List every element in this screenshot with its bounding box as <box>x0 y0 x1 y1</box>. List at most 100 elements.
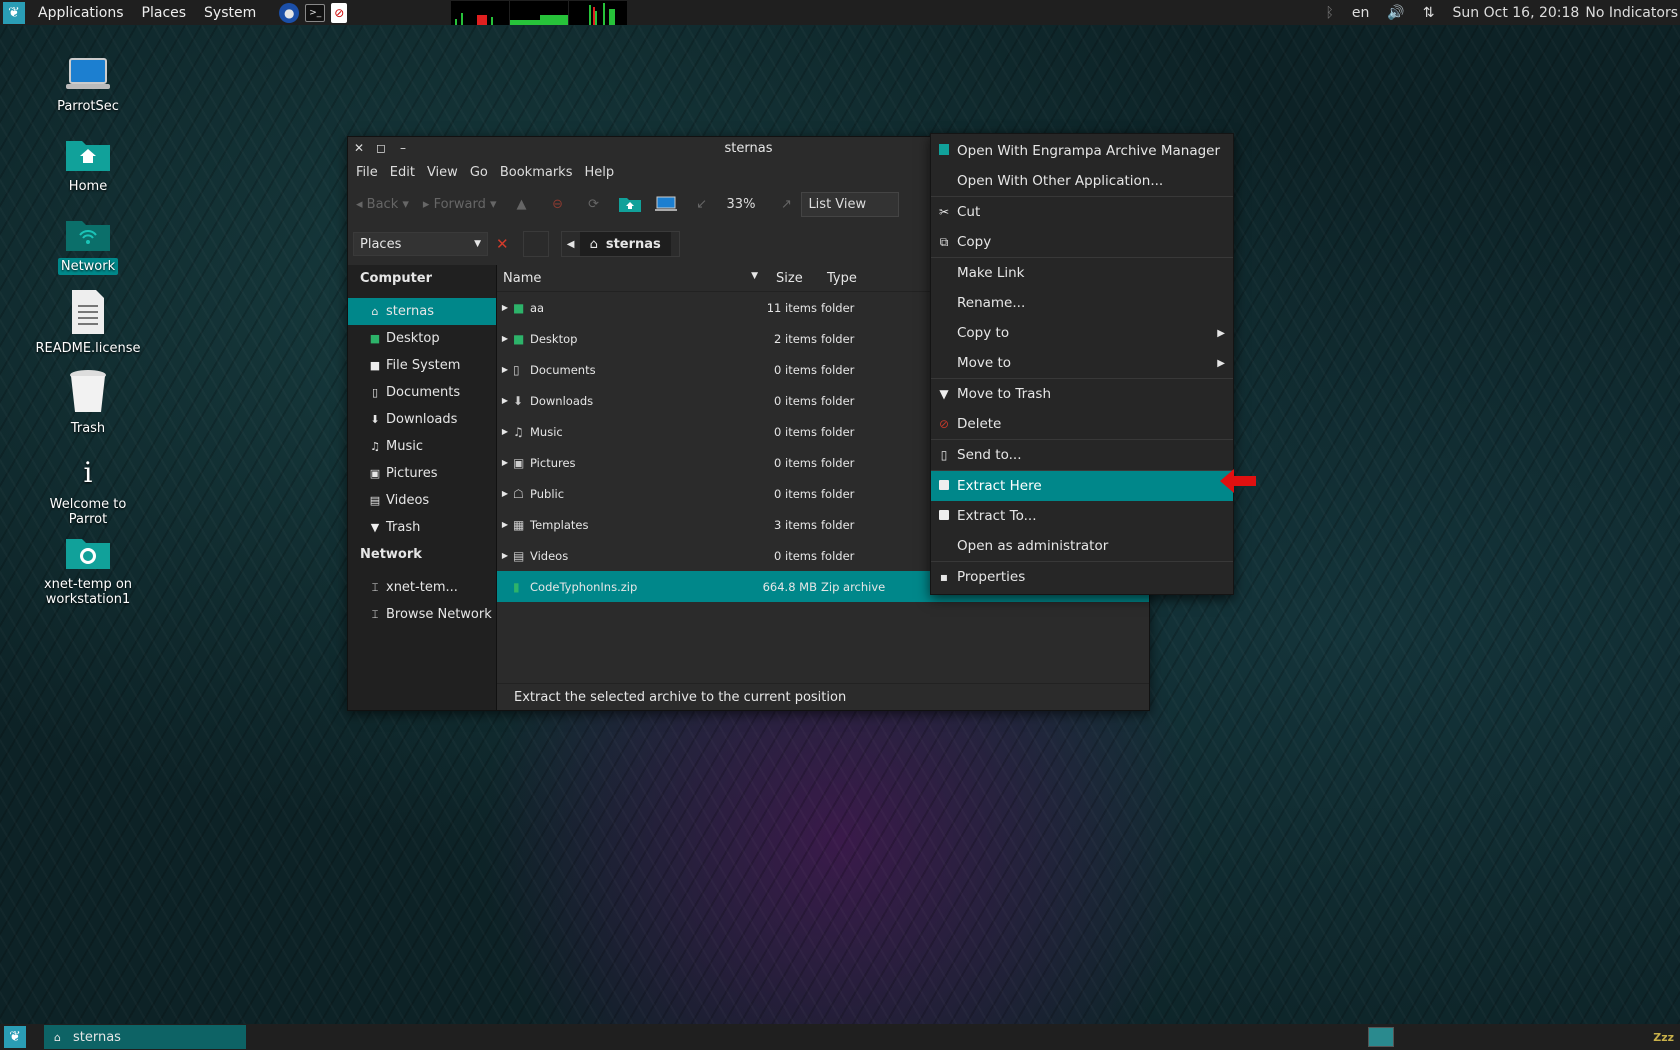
expander-icon[interactable]: ▶ <box>497 303 511 312</box>
menu-help[interactable]: Help <box>578 165 620 180</box>
close-window-icon[interactable]: ✕ <box>348 141 370 155</box>
file-type: folder <box>821 548 855 563</box>
computer-button-icon[interactable] <box>654 193 677 215</box>
close-sidebar-icon[interactable]: ✕ <box>496 235 509 253</box>
desktop-icon-network[interactable]: Network <box>28 216 148 275</box>
desktop-icon-welcome[interactable]: i Welcome to Parrot <box>28 454 148 528</box>
applications-menu[interactable]: Applications <box>29 5 133 21</box>
view-mode-select[interactable]: List View <box>801 191 900 217</box>
column-type[interactable]: Type <box>819 271 947 286</box>
menu-item-move-to-trash[interactable]: ▼ Move to Trash <box>931 379 1233 409</box>
menu-item-rename[interactable]: Rename... <box>931 288 1233 318</box>
back-button[interactable]: ◂ Back ▾ <box>356 197 409 212</box>
terminal-icon[interactable]: >_ <box>305 3 326 22</box>
file-type: folder <box>821 455 855 470</box>
expander-icon[interactable]: ▶ <box>497 334 511 343</box>
menu-item-extract-here[interactable]: Extract Here <box>931 471 1233 501</box>
zoom-in-icon[interactable]: ↗ <box>775 193 797 215</box>
parrot-logo-icon[interactable]: ❦ <box>4 1026 26 1048</box>
sidebar-item-sternas[interactable]: ⌂ sternas <box>348 298 496 325</box>
extract-to-icon <box>931 509 957 523</box>
menu-item-make-link[interactable]: Make Link <box>931 258 1233 288</box>
menu-item-extract-to[interactable]: Extract To... <box>931 501 1233 531</box>
desktop-icon-label: Welcome to Parrot <box>49 497 127 527</box>
places-menu[interactable]: Places <box>133 5 196 21</box>
menu-item-properties[interactable]: ▪ Properties <box>931 562 1233 592</box>
sidebar-item-trash[interactable]: ▼ Trash <box>348 514 496 541</box>
up-icon[interactable]: ▲ <box>511 193 533 215</box>
forward-button[interactable]: ▸ Forward ▾ <box>423 197 497 212</box>
sidebar-item-desktop[interactable]: ■ Desktop <box>348 325 496 352</box>
firefox-icon[interactable]: ● <box>279 2 300 23</box>
expander-icon[interactable]: ▶ <box>497 551 511 560</box>
menu-edit[interactable]: Edit <box>384 165 421 180</box>
indicators-label[interactable]: No Indicators <box>1585 5 1678 21</box>
desktop-icon-home[interactable]: Home <box>28 136 148 195</box>
sidebar-item-browse-network[interactable]: ⌶ Browse Network <box>348 601 496 628</box>
desktop-icon-parrotsec[interactable]: ParrotSec <box>28 56 148 115</box>
sidebar-item-downloads[interactable]: ⬇ Downloads <box>348 406 496 433</box>
keyboard-layout[interactable]: en <box>1352 5 1370 21</box>
minimize-window-icon[interactable]: – <box>392 141 414 155</box>
breadcrumb-left-icon[interactable]: ◀ <box>562 239 580 250</box>
memory-graph <box>510 0 569 25</box>
expander-icon[interactable]: ▶ <box>497 489 511 498</box>
menu-go[interactable]: Go <box>464 165 494 180</box>
sidebar-item-music[interactable]: ♫ Music <box>348 433 496 460</box>
sidebar-item-pictures[interactable]: ▣ Pictures <box>348 460 496 487</box>
document-viewer-icon[interactable]: ⊘ <box>331 2 348 23</box>
menu-item-delete[interactable]: ⊘ Delete <box>931 409 1233 439</box>
file-size: 2 items <box>774 331 817 346</box>
expander-icon[interactable]: ▶ <box>497 458 511 467</box>
menu-item-move-to[interactable]: Move to ▶ <box>931 348 1233 378</box>
expander-icon[interactable]: ▶ <box>497 520 511 529</box>
menu-bookmarks[interactable]: Bookmarks <box>494 165 579 180</box>
column-size[interactable]: Size <box>768 271 819 286</box>
menu-item-label: Extract Here <box>957 478 1042 494</box>
file-name: Videos <box>530 548 569 563</box>
toggle-path-entry-button[interactable] <box>522 231 549 257</box>
reload-icon[interactable]: ⟳ <box>583 193 605 215</box>
menu-file[interactable]: File <box>350 165 384 180</box>
desktop-icon-readme[interactable]: README.license <box>28 290 148 357</box>
volume-icon[interactable]: 🔊 <box>1387 5 1404 21</box>
column-name[interactable]: Name ▼ <box>497 271 768 286</box>
menu-item-copy-to[interactable]: Copy to ▶ <box>931 318 1233 348</box>
sidebar-item-videos[interactable]: ▤ Videos <box>348 487 496 514</box>
sidebar-places-select[interactable]: Places ▼ <box>353 232 488 256</box>
menu-item-send-to[interactable]: ▯ Send to... <box>931 440 1233 470</box>
expander-icon[interactable]: ▶ <box>497 396 511 405</box>
menu-item-open-as-administrator[interactable]: Open as administrator <box>931 531 1233 561</box>
file-size: 0 items <box>774 548 817 563</box>
menu-item-copy[interactable]: ⧉ Copy <box>931 227 1233 257</box>
sidebar-item-documents[interactable]: ▯ Documents <box>348 379 496 406</box>
expander-icon[interactable]: ▶ <box>497 365 511 374</box>
desktop-icon-xnet-temp[interactable]: xnet-temp on workstation1 <box>28 534 148 608</box>
desktop-icon-trash[interactable]: Trash <box>28 370 148 437</box>
file-size: 664.8 MB <box>762 579 817 594</box>
zoom-level: 33% <box>726 196 756 212</box>
menu-item-open-with-engrampa-archive-manager[interactable]: Open With Engrampa Archive Manager <box>931 136 1233 166</box>
home-button-icon[interactable] <box>618 193 641 215</box>
parrot-logo-icon[interactable]: ❦ <box>3 1 25 24</box>
laptop-icon <box>66 56 110 92</box>
taskbar-label: sternas <box>72 1029 121 1045</box>
menu-item-cut[interactable]: ✂ Cut <box>931 197 1233 227</box>
clock[interactable]: Sun Oct 16, 20:18 <box>1453 5 1580 21</box>
bluetooth-icon[interactable]: ᛒ <box>1325 5 1333 21</box>
breadcrumb-item-sternas[interactable]: ⌂ sternas <box>579 232 671 256</box>
stop-icon[interactable]: ⊖ <box>547 193 569 215</box>
sidebar-item-xnet-temp[interactable]: ⌶ xnet-tem... <box>348 574 496 601</box>
system-menu[interactable]: System <box>195 5 265 21</box>
maximize-window-icon[interactable]: ◻ <box>370 141 392 155</box>
file-type: folder <box>821 362 855 377</box>
menu-item-open-with-other-application[interactable]: Open With Other Application... <box>931 166 1233 196</box>
taskbar-item-sternas[interactable]: ⌂ sternas <box>44 1025 246 1049</box>
workspace-switcher[interactable] <box>1368 1027 1394 1047</box>
sidebar-item-file-system[interactable]: ■ File System <box>348 352 496 379</box>
menu-view[interactable]: View <box>421 165 464 180</box>
zoom-out-icon[interactable]: ↙ <box>691 193 713 215</box>
desktop-folder-icon: ■ <box>513 331 525 346</box>
network-updown-icon[interactable]: ⇅ <box>1423 5 1435 21</box>
expander-icon[interactable]: ▶ <box>497 427 511 436</box>
